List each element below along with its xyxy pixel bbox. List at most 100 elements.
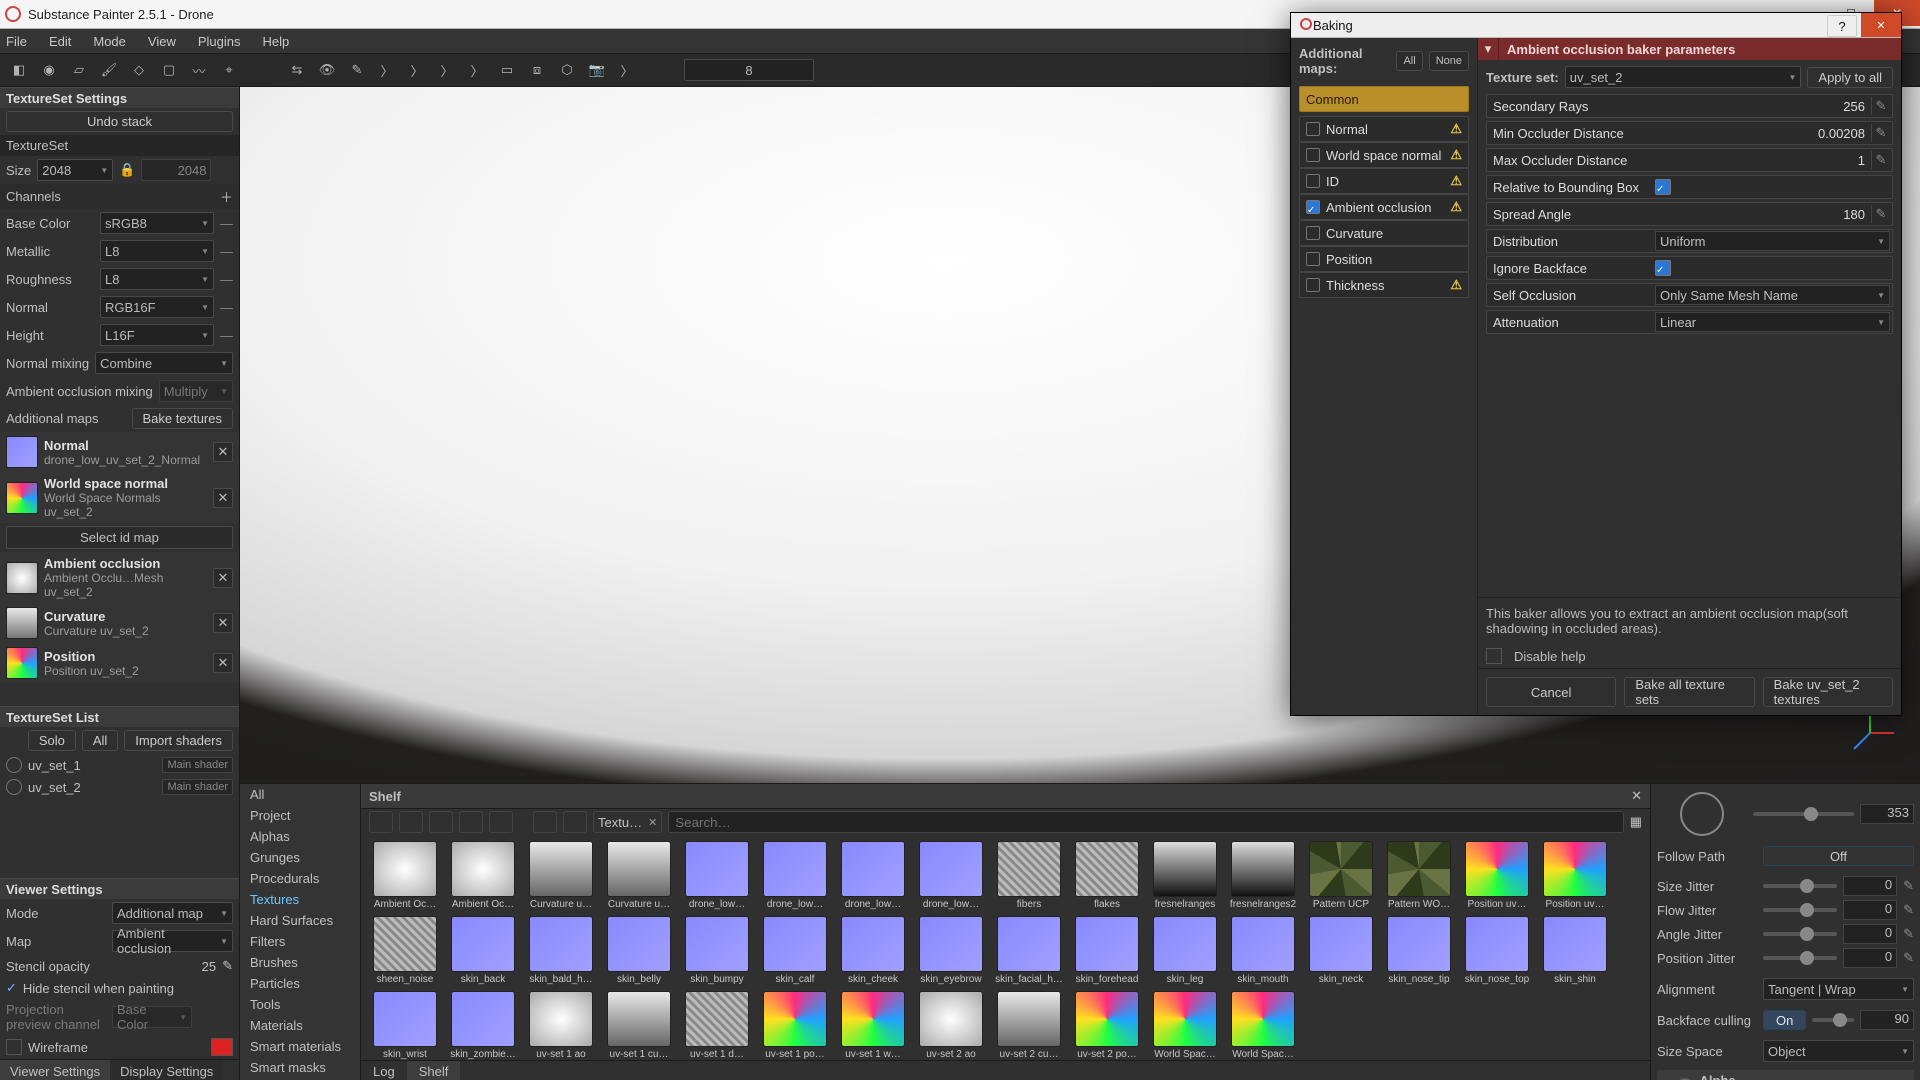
prop-value[interactable]: 0	[1843, 924, 1897, 944]
tab-log[interactable]: Log	[361, 1061, 407, 1080]
bake-map-checkbox[interactable]	[1306, 174, 1320, 188]
bake-map-world-space-normal[interactable]: World space normal⚠	[1299, 142, 1469, 168]
tool-ortho-icon[interactable]: ⧈	[526, 59, 548, 81]
shelf-item[interactable]: World Spac…	[1149, 991, 1221, 1060]
tool-clone-icon[interactable]: ⌖	[218, 59, 240, 81]
param-checkbox[interactable]	[1655, 260, 1671, 276]
param-edit-icon[interactable]: ✎	[1871, 205, 1890, 223]
channel-height-fmt[interactable]: L16F	[100, 324, 214, 346]
shelf-item[interactable]: drone_low…	[681, 841, 753, 910]
edit-icon[interactable]: ✎	[1903, 926, 1914, 942]
shelf-item[interactable]: fresnelranges	[1149, 841, 1221, 910]
shelf-item[interactable]: skin_calf	[759, 916, 831, 985]
prop-slider[interactable]	[1763, 884, 1837, 888]
shelf-search-input[interactable]	[668, 811, 1623, 833]
map-slot[interactable]: Normaldrone_low_uv_set_2_Normal✕	[0, 432, 239, 472]
shelf-item[interactable]: sheen_noise	[369, 916, 441, 985]
param-edit-icon[interactable]: ✎	[1871, 97, 1890, 115]
shelf-cat-filters[interactable]: Filters	[240, 931, 360, 952]
shelf-item[interactable]: uv-set 2 cu…	[993, 991, 1065, 1060]
shelf-cat-procedurals[interactable]: Procedurals	[240, 868, 360, 889]
shelf-filter-close-icon[interactable]: ✕	[648, 816, 657, 829]
textureset-shader-button[interactable]: Main shader	[162, 757, 233, 773]
shelf-view-6-icon[interactable]	[533, 811, 557, 833]
shelf-item[interactable]: skin_belly	[603, 916, 675, 985]
shelf-item[interactable]: flakes	[1071, 841, 1143, 910]
bake-map-checkbox[interactable]	[1306, 200, 1320, 214]
param-value[interactable]: 180	[1649, 207, 1871, 222]
viewer-map-dropdown[interactable]: Ambient occlusion	[112, 930, 233, 952]
tool-picker-icon[interactable]: ✎	[346, 59, 368, 81]
channel-remove-icon[interactable]: —	[220, 244, 233, 259]
undo-stack-button[interactable]: Undo stack	[6, 111, 233, 132]
ts-visibility-icon[interactable]	[6, 779, 22, 795]
tool-smudge-icon[interactable]: 〰	[188, 59, 210, 81]
channel-normal-fmt[interactable]: RGB16F	[100, 296, 214, 318]
baking-cancel-button[interactable]: Cancel	[1486, 677, 1616, 707]
shelf-item[interactable]: Curvature u…	[603, 841, 675, 910]
baking-common-button[interactable]: Common	[1299, 86, 1469, 112]
shelf-item[interactable]: uv-set 1 w…	[837, 991, 909, 1060]
baking-apply-button[interactable]: Apply to all	[1807, 67, 1893, 88]
size-lock-icon[interactable]: 🔒	[119, 162, 135, 178]
menu-mode[interactable]: Mode	[93, 34, 126, 49]
shelf-item[interactable]: skin_bald_h…	[525, 916, 597, 985]
shelf-cat-textures[interactable]: Textures	[240, 889, 360, 910]
edit-icon[interactable]: ✎	[1903, 878, 1914, 894]
shelf-item[interactable]: skin_nose_top	[1461, 916, 1533, 985]
map-slot[interactable]: PositionPosition uv_set_2✕	[0, 643, 239, 683]
shelf-item[interactable]: skin_back	[447, 916, 519, 985]
shelf-categories[interactable]: AllProjectAlphasGrungesProceduralsTextur…	[240, 784, 361, 1080]
bake-map-normal[interactable]: Normal⚠	[1299, 116, 1469, 142]
prop-value[interactable]: 0	[1843, 948, 1897, 968]
menu-file[interactable]: File	[6, 34, 27, 49]
tool-iray-icon[interactable]: ⬡	[556, 59, 578, 81]
shelf-item[interactable]: Ambient Oc…	[369, 841, 441, 910]
shelf-item[interactable]: uv-set 1 cu…	[603, 991, 675, 1060]
param-edit-icon[interactable]: ✎	[1871, 151, 1890, 169]
shelf-item[interactable]: skin_shin	[1539, 916, 1611, 985]
bake-textures-button[interactable]: Bake textures	[132, 408, 234, 429]
ts-visibility-icon[interactable]	[6, 757, 22, 773]
shelf-item[interactable]: skin_bumpy	[681, 916, 753, 985]
tool-cycle-c-icon[interactable]: 〉	[436, 59, 458, 81]
shelf-cat-particles[interactable]: Particles	[240, 973, 360, 994]
baking-help-button[interactable]: ?	[1827, 15, 1857, 37]
shelf-view-2-icon[interactable]	[399, 811, 423, 833]
edit-icon[interactable]: ✎	[1903, 950, 1914, 966]
param-dropdown[interactable]: Linear	[1655, 312, 1890, 332]
map-slot[interactable]: CurvatureCurvature uv_set_2✕	[0, 603, 239, 643]
backface-value[interactable]: 90	[1860, 1010, 1914, 1030]
baking-close-button[interactable]	[1861, 13, 1901, 37]
channel-remove-icon[interactable]: —	[220, 300, 233, 315]
shelf-item[interactable]: skin_forehead	[1071, 916, 1143, 985]
bake-map-curvature[interactable]: Curvature	[1299, 220, 1469, 246]
menu-help[interactable]: Help	[262, 34, 289, 49]
bake-map-checkbox[interactable]	[1306, 252, 1320, 266]
shelf-view-4-icon[interactable]	[459, 811, 483, 833]
tool-brush-icon[interactable]: 🖌	[98, 59, 120, 81]
shelf-item[interactable]: skin_cheek	[837, 916, 909, 985]
shelf-cat-brushes[interactable]: Brushes	[240, 952, 360, 973]
shelf-item[interactable]: drone_low…	[837, 841, 909, 910]
textureset-shader-button[interactable]: Main shader	[162, 779, 233, 795]
tool-paint-icon[interactable]: ◧	[8, 59, 30, 81]
tool-arrow-icon[interactable]: 〉	[616, 59, 638, 81]
shelf-item[interactable]: drone_low…	[915, 841, 987, 910]
baking-bake-set-button[interactable]: Bake uv_set_2 textures	[1763, 677, 1893, 707]
shelf-item[interactable]: fresnelranges2	[1227, 841, 1299, 910]
param-value[interactable]: 1	[1649, 153, 1871, 168]
param-dropdown[interactable]: Uniform	[1655, 231, 1890, 251]
shelf-item[interactable]: Ambient Oc…	[447, 841, 519, 910]
channel-remove-icon[interactable]: —	[220, 272, 233, 287]
param-value[interactable]: 0.00208	[1649, 126, 1871, 141]
shelf-view-7-icon[interactable]	[563, 811, 587, 833]
shelf-item[interactable]: fibers	[993, 841, 1065, 910]
followpath-toggle[interactable]: Off	[1763, 846, 1914, 866]
shelf-view-3-icon[interactable]	[429, 811, 453, 833]
ts-solo-button[interactable]: Solo	[28, 730, 76, 751]
tool-polyfill-icon[interactable]: ▢	[158, 59, 180, 81]
map-slot[interactable]: Ambient occlusionAmbient Occlu…Mesh uv_s…	[0, 552, 239, 603]
channel-remove-icon[interactable]: —	[220, 216, 233, 231]
menu-view[interactable]: View	[148, 34, 176, 49]
